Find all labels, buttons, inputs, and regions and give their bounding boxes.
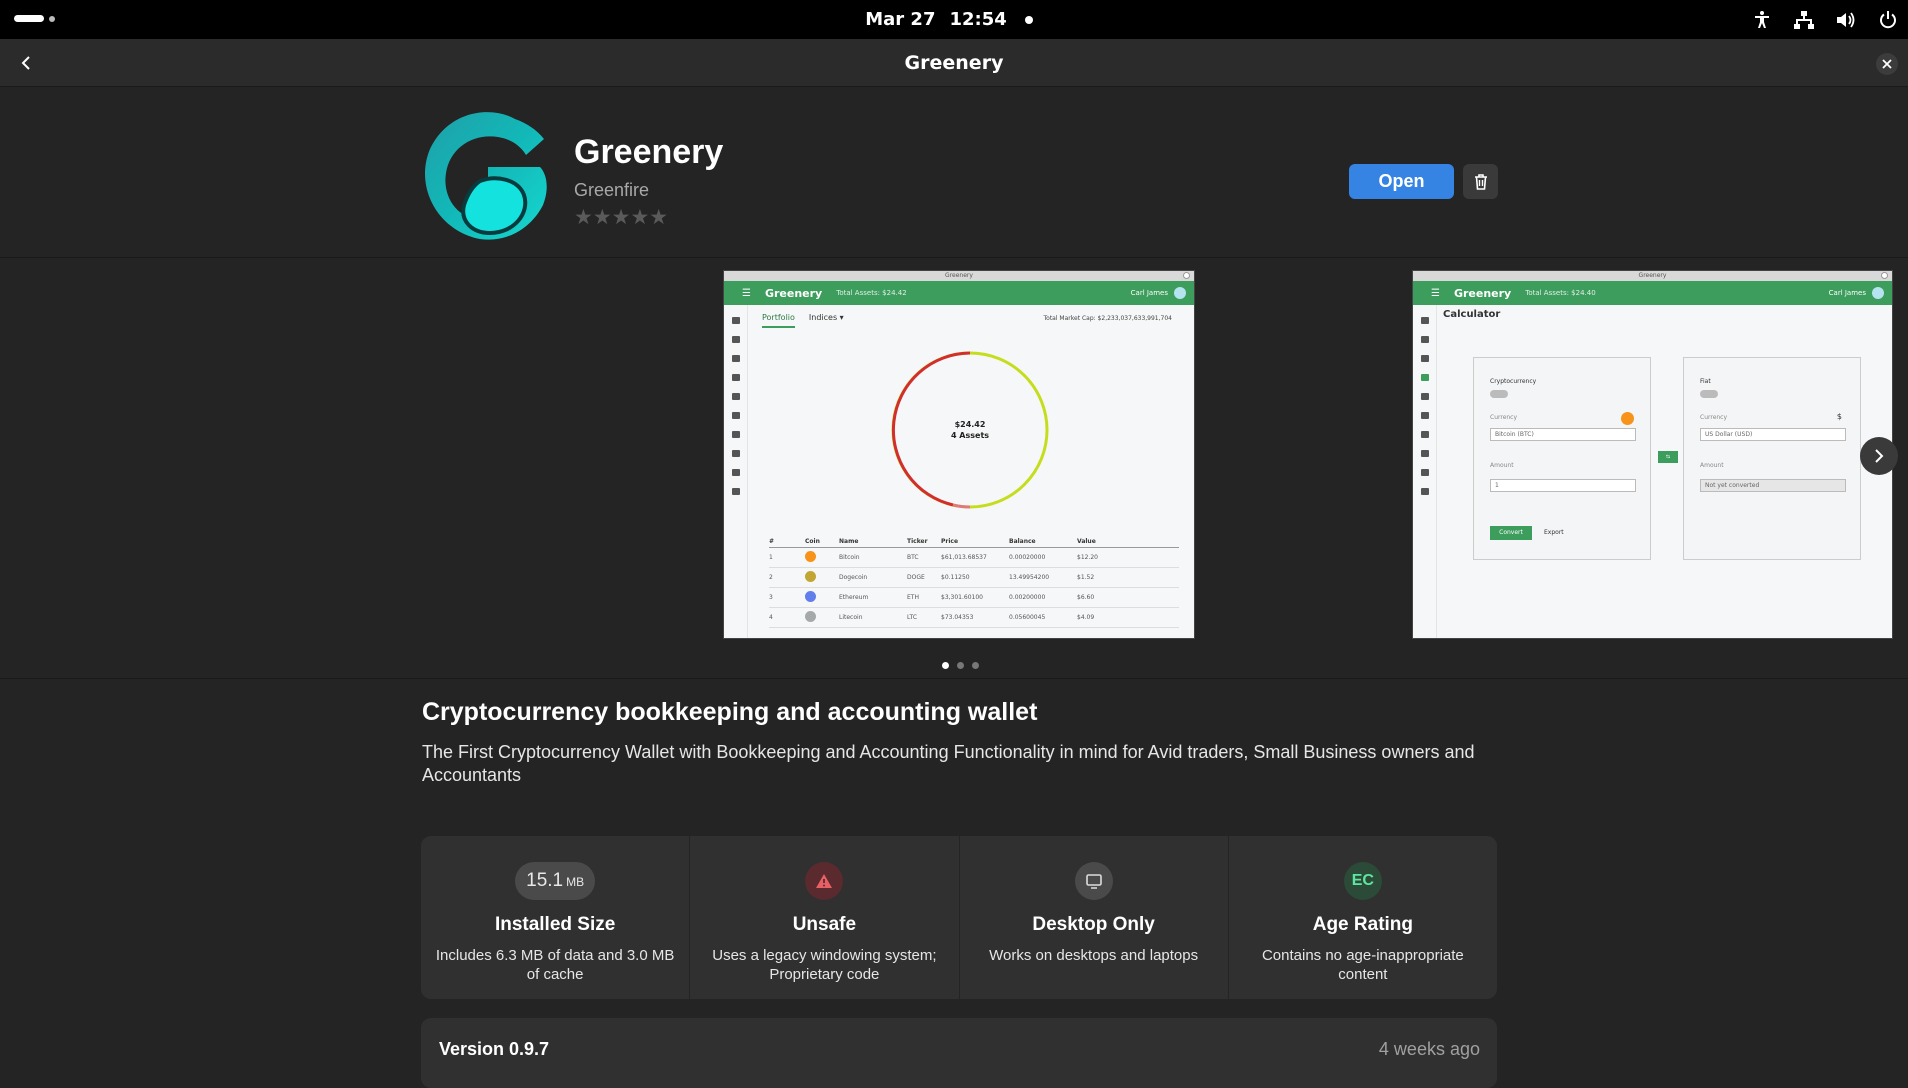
chevron-right-icon — [1875, 449, 1884, 463]
table-header-row: # Coin Name Ticker Price Balance Value — [769, 536, 1179, 548]
user-avatar-icon — [1872, 287, 1884, 299]
fiat-card: Fiat Currency $ US Dollar (USD) Amount N… — [1683, 357, 1861, 560]
power-icon[interactable] — [1876, 8, 1900, 32]
tile-device-support[interactable]: Desktop Only Works on desktops and lapto… — [960, 836, 1229, 999]
accessibility-icon[interactable] — [1750, 8, 1774, 32]
tile-description: Includes 6.3 MB of data and 3.0 MB of ca… — [435, 947, 675, 983]
user-avatar-icon — [1174, 287, 1186, 299]
version-date: 4 weeks ago — [1378, 1039, 1480, 1059]
trash-icon — [1474, 173, 1487, 190]
table-row: 3 Ethereum ETH $3,301.60100 0.00200000 $… — [769, 588, 1179, 608]
dogecoin-icon — [805, 571, 816, 582]
screenshot-tab-indices: Indices ▾ — [808, 313, 844, 322]
carousel-dot[interactable] — [942, 662, 949, 669]
screenshot-tab-portfolio: Portfolio — [762, 313, 795, 328]
app-description: The First Cryptocurrency Wallet with Boo… — [422, 742, 1475, 785]
clock-date: Mar 27 — [865, 9, 936, 30]
notification-dot-icon — [1024, 15, 1033, 24]
rating-stars: ★★★★★ — [574, 205, 669, 229]
export-button: Export — [1544, 529, 1564, 536]
portfolio-table: # Coin Name Ticker Price Balance Value 1… — [769, 536, 1179, 628]
context-tiles: 15.1 MB Installed Size Includes 6.3 MB of… — [421, 836, 1497, 999]
screenshot-total-assets: Total Assets: $24.40 — [1525, 289, 1596, 297]
app-developer-link[interactable]: Greenfire — [574, 180, 649, 201]
toggle-switch — [1700, 390, 1718, 398]
bitcoin-icon — [1621, 412, 1634, 425]
screenshot-sidebar — [1413, 305, 1437, 638]
tile-description: Works on desktops and laptops — [989, 947, 1199, 964]
carousel-dot[interactable] — [957, 662, 964, 669]
app-name: Greenery — [574, 133, 724, 171]
screenshot-app-name: Greenery — [1453, 286, 1512, 300]
carousel-next-button[interactable] — [1860, 437, 1898, 475]
crypto-card: Cryptocurrency Currency Bitcoin (BTC) Am… — [1473, 357, 1651, 560]
table-row: 1 Bitcoin BTC $61,013.68537 0.00020000 $… — [769, 548, 1179, 568]
tile-age-rating[interactable]: EC Age Rating Contains no age-inappropri… — [1229, 836, 1497, 999]
screenshot-user: Carl James — [1828, 289, 1866, 297]
swap-icon: ⇆ — [1658, 451, 1678, 463]
chevron-left-icon — [21, 56, 30, 70]
version-title: Version 0.9.7 — [439, 1039, 550, 1059]
screenshot-app-name: Greenery — [764, 286, 823, 300]
screenshot-window-title: Greenery — [1413, 271, 1892, 281]
desktop-icon — [1074, 862, 1113, 900]
header-bar: Greenery — [0, 39, 1908, 87]
app-logo-icon — [420, 109, 550, 241]
screenshot-tabs: Portfolio Indices ▾ — [762, 313, 844, 328]
donut-value: $24.42 — [954, 420, 986, 429]
app-summary: Cryptocurrency bookkeeping and accountin… — [422, 698, 1038, 726]
clock[interactable]: Mar 27 12:54 — [0, 0, 1908, 39]
screenshot-page-title: Calculator — [1443, 309, 1501, 320]
volume-icon[interactable] — [1834, 8, 1858, 32]
screenshot-app-bar: ☰ Greenery Total Assets: $24.40 Carl Jam… — [1413, 281, 1892, 305]
screenshot-calculator[interactable]: Greenery ☰ Greenery Total Assets: $24.40… — [1412, 270, 1893, 639]
ethereum-icon — [805, 591, 816, 602]
age-rating-badge: EC — [1343, 862, 1382, 900]
size-badge: 15.1 MB — [515, 862, 596, 900]
warning-icon — [805, 862, 844, 900]
screenshot-user: Carl James — [1130, 289, 1168, 297]
screenshot-app-bar: ☰ Greenery Total Assets: $24.42 Carl Jam… — [724, 281, 1194, 305]
window-title: Greenery — [904, 51, 1004, 74]
system-tray[interactable] — [1750, 0, 1900, 39]
convert-button: Convert — [1490, 526, 1532, 540]
screenshot-window-title: Greenery — [724, 271, 1194, 281]
tile-title: Age Rating — [1312, 914, 1414, 935]
carousel-dot[interactable] — [972, 662, 979, 669]
close-icon — [1882, 59, 1892, 69]
tile-description: Uses a legacy windowing system; Propriet… — [712, 947, 937, 983]
screenshot-portfolio[interactable]: Greenery ☰ Greenery Total Assets: $24.42… — [723, 270, 1195, 639]
screenshot-sidebar — [724, 305, 748, 638]
clock-time: 12:54 — [949, 9, 1007, 30]
screenshot-market-cap: Total Market Cap: $2,233,037,633,991,704 — [1043, 315, 1173, 322]
app-header: Greenery Greenfire ★★★★★ Open — [0, 87, 1908, 258]
open-button[interactable]: Open — [1349, 164, 1454, 199]
tile-description: Contains no age-inappropriate content — [1261, 947, 1464, 983]
tile-title: Desktop Only — [1032, 914, 1155, 935]
table-row: 4 Litecoin LTC $73.04353 0.05600045 $4.0… — [769, 608, 1179, 628]
hamburger-icon: ☰ — [742, 287, 751, 299]
bitcoin-icon — [805, 551, 816, 562]
litecoin-icon — [805, 611, 816, 622]
table-row: 2 Dogecoin DOGE $0.11250 13.49954200 $1.… — [769, 568, 1179, 588]
screenshot-carousel[interactable]: Greenery ☰ Greenery Total Assets: $24.42… — [0, 258, 1908, 679]
toggle-switch — [1490, 390, 1508, 398]
tile-installed-size[interactable]: 15.1 MB Installed Size Includes 6.3 MB of… — [421, 836, 691, 999]
tile-title: Unsafe — [792, 914, 857, 935]
hamburger-icon: ☰ — [1431, 287, 1440, 299]
donut-assets: 4 Assets — [950, 431, 990, 440]
close-button[interactable] — [1876, 53, 1898, 75]
back-button[interactable] — [12, 49, 40, 77]
tile-title: Installed Size — [494, 914, 616, 935]
network-icon[interactable] — [1792, 8, 1816, 32]
top-bar: Mar 27 12:54 — [0, 0, 1908, 39]
tile-safety[interactable]: Unsafe Uses a legacy windowing system; P… — [690, 836, 960, 999]
carousel-indicators[interactable] — [942, 662, 979, 669]
uninstall-button[interactable] — [1463, 164, 1498, 199]
screenshot-total-assets: Total Assets: $24.42 — [836, 289, 907, 297]
version-history-row[interactable]: Version 0.9.7 4 weeks ago — [421, 1018, 1497, 1088]
donut-center-label: $24.42 4 Assets — [889, 419, 1051, 441]
